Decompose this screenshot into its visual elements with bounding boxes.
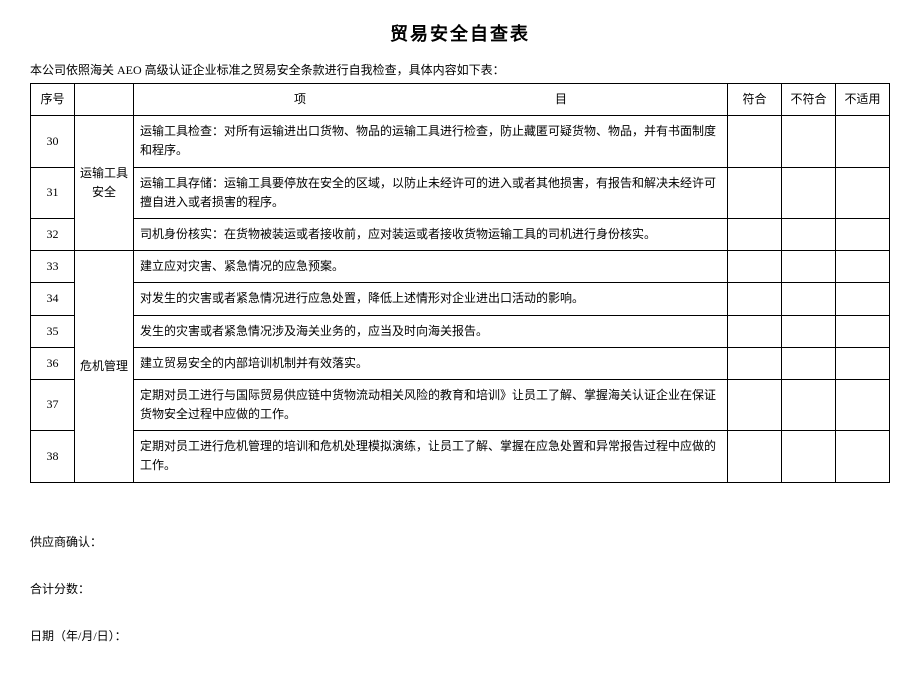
na-cell[interactable] <box>836 251 890 283</box>
item-cell: 建立应对灾害、紧急情况的应急预案。 <box>134 251 728 283</box>
conform-cell[interactable] <box>728 315 782 347</box>
na-cell[interactable] <box>836 431 890 482</box>
page-title: 贸易安全自查表 <box>30 20 890 46</box>
item-cell: 运输工具存储：运输工具要停放在安全的区域，以防止未经许可的进入或者其他损害，有报… <box>134 167 728 218</box>
item-cell: 定期对员工进行危机管理的培训和危机处理模拟演练，让员工了解、掌握在应急处置和异常… <box>134 431 728 482</box>
seq-cell: 36 <box>31 347 75 379</box>
seq-cell: 31 <box>31 167 75 218</box>
date-line: 日期（年/月/日）： <box>30 627 890 644</box>
header-item: 项 目 <box>134 84 728 116</box>
seq-cell: 38 <box>31 431 75 482</box>
conform-cell[interactable] <box>728 379 782 430</box>
na-cell[interactable] <box>836 116 890 167</box>
nonconform-cell[interactable] <box>782 315 836 347</box>
conform-cell[interactable] <box>728 251 782 283</box>
header-cat-blank <box>75 84 134 116</box>
table-row: 30 运输工具安全 运输工具检查：对所有运输进出口货物、物品的运输工具进行检查，… <box>31 116 890 167</box>
category-transport: 运输工具安全 <box>75 116 134 251</box>
na-cell[interactable] <box>836 283 890 315</box>
na-cell[interactable] <box>836 379 890 430</box>
header-row: 序号 项 目 符合 不符合 不适用 <box>31 84 890 116</box>
header-seq: 序号 <box>31 84 75 116</box>
category-crisis: 危机管理 <box>75 251 134 483</box>
nonconform-cell[interactable] <box>782 218 836 250</box>
na-cell[interactable] <box>836 347 890 379</box>
conform-cell[interactable] <box>728 283 782 315</box>
table-row: 33 危机管理 建立应对灾害、紧急情况的应急预案。 <box>31 251 890 283</box>
item-cell: 对发生的灾害或者紧急情况进行应急处置，降低上述情形对企业进出口活动的影响。 <box>134 283 728 315</box>
item-cell: 司机身份核实：在货物被装运或者接收前，应对装运或者接收货物运输工具的司机进行身份… <box>134 218 728 250</box>
item-cell: 建立贸易安全的内部培训机制并有效落实。 <box>134 347 728 379</box>
item-cell: 运输工具检查：对所有运输进出口货物、物品的运输工具进行检查，防止藏匿可疑货物、物… <box>134 116 728 167</box>
seq-cell: 34 <box>31 283 75 315</box>
table-row: 32 司机身份核实：在货物被装运或者接收前，应对装运或者接收货物运输工具的司机进… <box>31 218 890 250</box>
conform-cell[interactable] <box>728 218 782 250</box>
nonconform-cell[interactable] <box>782 251 836 283</box>
nonconform-cell[interactable] <box>782 431 836 482</box>
intro-text: 本公司依照海关 AEO 高级认证企业标准之贸易安全条款进行自我检查，具体内容如下… <box>30 61 890 78</box>
nonconform-cell[interactable] <box>782 379 836 430</box>
nonconform-cell[interactable] <box>782 116 836 167</box>
nonconform-cell[interactable] <box>782 347 836 379</box>
conform-cell[interactable] <box>728 431 782 482</box>
item-cell: 定期对员工进行与国际贸易供应链中货物流动相关风险的教育和培训》让员工了解、掌握海… <box>134 379 728 430</box>
conform-cell[interactable] <box>728 347 782 379</box>
checklist-table: 序号 项 目 符合 不符合 不适用 30 运输工具安全 运输工具检查：对所有运输… <box>30 83 890 483</box>
table-row: 36 建立贸易安全的内部培训机制并有效落实。 <box>31 347 890 379</box>
header-na: 不适用 <box>836 84 890 116</box>
seq-cell: 35 <box>31 315 75 347</box>
seq-cell: 30 <box>31 116 75 167</box>
seq-cell: 32 <box>31 218 75 250</box>
conform-cell[interactable] <box>728 167 782 218</box>
table-row: 34 对发生的灾害或者紧急情况进行应急处置，降低上述情形对企业进出口活动的影响。 <box>31 283 890 315</box>
seq-cell: 33 <box>31 251 75 283</box>
seq-cell: 37 <box>31 379 75 430</box>
table-row: 35 发生的灾害或者紧急情况涉及海关业务的，应当及时向海关报告。 <box>31 315 890 347</box>
na-cell[interactable] <box>836 167 890 218</box>
nonconform-cell[interactable] <box>782 167 836 218</box>
header-nonconform: 不符合 <box>782 84 836 116</box>
nonconform-cell[interactable] <box>782 283 836 315</box>
table-row: 31 运输工具存储：运输工具要停放在安全的区域，以防止未经许可的进入或者其他损害… <box>31 167 890 218</box>
conform-cell[interactable] <box>728 116 782 167</box>
total-score: 合计分数： <box>30 580 890 597</box>
header-conform: 符合 <box>728 84 782 116</box>
table-row: 37 定期对员工进行与国际贸易供应链中货物流动相关风险的教育和培训》让员工了解、… <box>31 379 890 430</box>
na-cell[interactable] <box>836 218 890 250</box>
footer-block: 供应商确认： 合计分数： 日期（年/月/日）： <box>30 533 890 644</box>
na-cell[interactable] <box>836 315 890 347</box>
supplier-confirm: 供应商确认： <box>30 533 890 550</box>
item-cell: 发生的灾害或者紧急情况涉及海关业务的，应当及时向海关报告。 <box>134 315 728 347</box>
table-row: 38 定期对员工进行危机管理的培训和危机处理模拟演练，让员工了解、掌握在应急处置… <box>31 431 890 482</box>
